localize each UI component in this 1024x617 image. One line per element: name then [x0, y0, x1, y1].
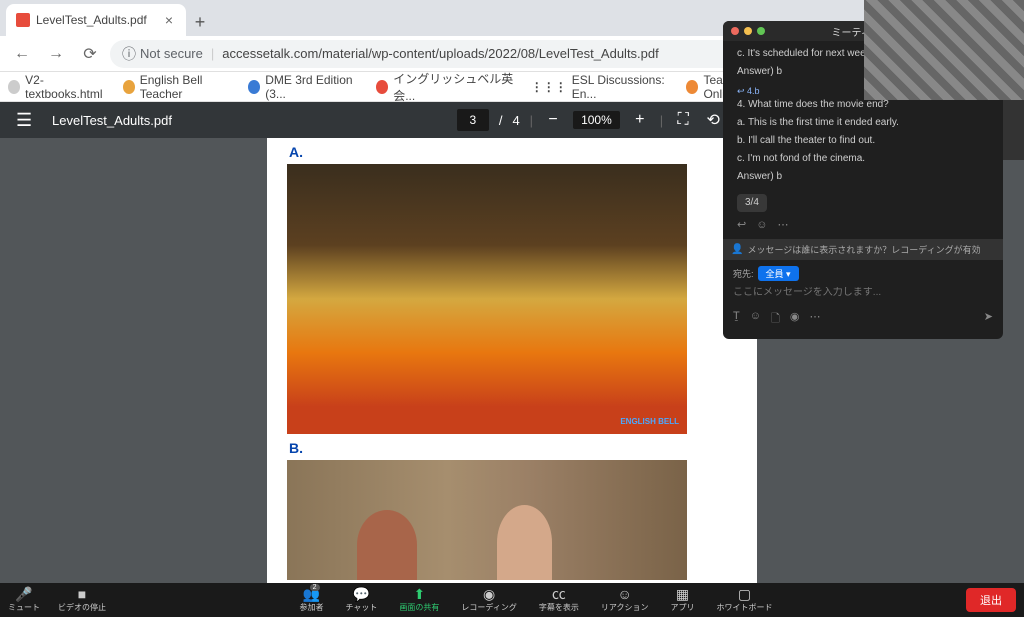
more-icon[interactable]: ⋯ — [777, 218, 788, 233]
share-icon: ⬆ — [414, 587, 426, 601]
pdf-filename: LevelTest_Adults.pdf — [52, 113, 172, 128]
participants-button[interactable]: 2👥参加者 — [300, 587, 324, 613]
reload-button[interactable]: ⟳ — [76, 40, 104, 68]
url-text: accessetalk.com/material/wp-content/uplo… — [222, 46, 658, 61]
image-label-b: B. — [289, 440, 737, 456]
page-sep: / — [499, 113, 503, 128]
tab-title: LevelTest_Adults.pdf — [36, 13, 147, 27]
captions-button[interactable]: ㏄字幕を表示 — [539, 587, 579, 613]
record-icon: ◉ — [483, 587, 495, 601]
emoji-picker-icon[interactable]: ☺ — [750, 310, 761, 329]
chat-line: c. I'm not fond of the cinema. — [737, 152, 989, 166]
whiteboard-button[interactable]: ▢ホワイトボード — [716, 587, 772, 613]
to-label: 宛先: — [733, 267, 754, 280]
security-indicator[interactable]: Not secure — [122, 44, 203, 64]
close-tab-icon[interactable]: × — [162, 13, 176, 27]
cc-icon: ㏄ — [552, 587, 566, 601]
image-a-fruit-market: ENGLISH BELL — [287, 164, 687, 434]
mic-icon: 🎤 — [15, 587, 32, 601]
chat-bubble: 3/4 — [737, 194, 767, 212]
pdf-menu-icon[interactable]: ☰ — [16, 110, 40, 131]
more-options-icon[interactable]: ⋯ — [809, 310, 820, 329]
cursor-icon: ⬉ — [712, 287, 724, 304]
video-button[interactable]: ■ビデオの停止 — [58, 587, 106, 613]
format-icon[interactable]: Ṯ — [733, 310, 740, 329]
whiteboard-icon: ▢ — [738, 587, 751, 601]
bookmark-icon — [8, 80, 20, 94]
chat-line: b. I'll call the theater to find out. — [737, 134, 989, 148]
chat-button[interactable]: 💬チャット — [346, 587, 378, 613]
record-button[interactable]: ◉レコーディング — [461, 587, 516, 613]
zoom-in-button[interactable]: + — [630, 111, 650, 129]
chat-footer: Ṯ ☺ 🗋 ◉ ⋯ ➤ — [723, 304, 1003, 339]
browser-tab[interactable]: LevelTest_Adults.pdf × — [6, 4, 186, 36]
camera-icon: ■ — [78, 587, 86, 601]
back-button[interactable]: ← — [8, 40, 36, 68]
image-label-a: A. — [289, 144, 737, 160]
chat-reaction-row: ↩ ☺ ⋯ — [737, 218, 989, 233]
video-tile-main[interactable] — [864, 0, 1024, 100]
watermark: ENGLISH BELL — [620, 417, 679, 426]
apps-button[interactable]: ▦アプリ — [670, 587, 694, 613]
bookmark-item[interactable]: V2-textbooks.html — [8, 73, 109, 101]
bookmark-item[interactable]: イングリッシュベル英会... — [376, 70, 517, 104]
chat-notice[interactable]: メッセージは誰に表示されますか？レコーディングが有効 — [723, 239, 1003, 260]
bookmark-icon — [248, 80, 260, 94]
bookmark-item[interactable]: ⋮⋮⋮ESL Discussions: En... — [531, 73, 673, 101]
send-icon[interactable]: ➤ — [984, 310, 993, 329]
zoom-out-button[interactable]: − — [543, 111, 563, 129]
fit-page-button[interactable]: ⛶ — [673, 111, 693, 129]
leave-button[interactable]: 退出 — [966, 588, 1016, 612]
window-min-icon[interactable] — [744, 27, 752, 35]
apps-icon: ▦ — [676, 587, 689, 601]
chat-icon: 💬 — [353, 587, 370, 601]
total-pages: 4 — [512, 113, 519, 128]
reactions-button[interactable]: ☺リアクション — [601, 587, 649, 613]
new-tab-button[interactable]: + — [186, 8, 214, 36]
screenshot-icon[interactable]: ◉ — [790, 310, 800, 329]
zoom-level[interactable]: 100% — [573, 111, 620, 129]
smile-icon: ☺ — [618, 587, 632, 601]
share-screen-button[interactable]: ⬆画面の共有 — [399, 587, 439, 613]
forward-button[interactable]: → — [42, 40, 70, 68]
rotate-button[interactable]: ⟲ — [703, 110, 723, 130]
chat-to-row: 宛先: 全員 ▾ — [733, 266, 993, 281]
reply-icon[interactable]: ↩ — [737, 218, 746, 233]
chat-line: Answer) b — [737, 170, 989, 184]
window-max-icon[interactable] — [757, 27, 765, 35]
bookmark-item[interactable]: DME 3rd Edition (3... — [248, 73, 362, 101]
participants-count: 2 — [310, 584, 320, 591]
image-b-restaurant — [287, 460, 687, 580]
chat-compose: 宛先: 全員 ▾ — [723, 260, 1003, 304]
zoom-controls-bar: 🎤ミュート ■ビデオの停止 2👥参加者 💬チャット ⬆画面の共有 ◉レコーディン… — [0, 583, 1024, 617]
pdf-icon — [16, 13, 30, 27]
page-number-input[interactable]: 3 — [457, 109, 489, 131]
bookmark-icon: ⋮⋮⋮ — [531, 80, 567, 94]
chat-input[interactable] — [733, 287, 993, 298]
window-close-icon[interactable] — [731, 27, 739, 35]
emoji-icon[interactable]: ☺ — [756, 218, 767, 233]
bookmark-item[interactable]: English Bell Teacher — [123, 73, 234, 101]
mute-button[interactable]: 🎤ミュート — [8, 587, 40, 613]
bookmark-icon — [123, 80, 135, 94]
bookmark-icon — [376, 80, 388, 94]
pdf-page: A. ENGLISH BELL B. — [267, 138, 757, 583]
attach-file-icon[interactable]: 🗋 — [771, 310, 780, 329]
chat-line: a. This is the first time it ended early… — [737, 116, 989, 130]
to-selector[interactable]: 全員 ▾ — [758, 266, 799, 281]
bookmark-icon — [686, 80, 698, 94]
